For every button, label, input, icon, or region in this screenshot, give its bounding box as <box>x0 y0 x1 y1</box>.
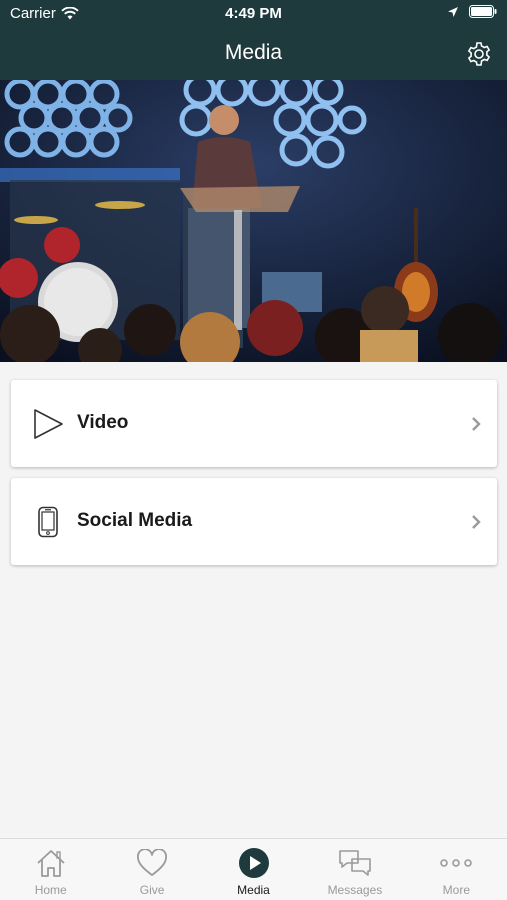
location-arrow-icon <box>448 6 458 17</box>
tab-messages-label: Messages <box>327 883 383 897</box>
tab-bar: Home Give Media Messages More <box>0 838 507 900</box>
heart-icon <box>101 847 202 879</box>
tab-give-label: Give <box>139 883 165 897</box>
play-icon <box>31 407 65 441</box>
video-menu-item[interactable]: Video <box>11 380 497 467</box>
nav-bar: Media <box>0 28 507 80</box>
gear-icon <box>467 42 491 66</box>
chevron-right-icon <box>471 416 481 437</box>
tab-more[interactable]: More <box>406 839 507 900</box>
media-menu: Video Social Media <box>11 380 497 576</box>
video-label: Video <box>77 412 129 433</box>
tab-media[interactable]: Media <box>203 839 304 900</box>
chevron-right-icon <box>471 514 481 535</box>
status-time: 4:49 PM <box>225 5 282 22</box>
app-header: Carrier 4:49 PM Media <box>0 0 507 80</box>
status-bar: Carrier 4:49 PM <box>0 0 507 28</box>
status-right <box>447 5 497 18</box>
page-title: Media <box>224 41 283 64</box>
tab-media-label: Media <box>237 883 270 897</box>
social-media-label: Social Media <box>77 510 193 531</box>
tab-home[interactable]: Home <box>0 839 101 900</box>
home-icon <box>0 847 101 879</box>
sermon-photo <box>0 80 507 362</box>
play-circle-icon <box>203 847 304 879</box>
chat-icon <box>304 847 405 879</box>
more-icon <box>406 847 507 879</box>
tab-home-label: Home <box>34 883 67 897</box>
battery-icon <box>469 5 497 18</box>
tab-messages[interactable]: Messages <box>304 839 405 900</box>
phone-icon <box>31 505 65 539</box>
tab-give[interactable]: Give <box>101 839 202 900</box>
hero-image <box>0 80 507 362</box>
tab-more-label: More <box>442 883 470 897</box>
settings-button[interactable] <box>465 40 493 68</box>
social-media-menu-item[interactable]: Social Media <box>11 478 497 565</box>
